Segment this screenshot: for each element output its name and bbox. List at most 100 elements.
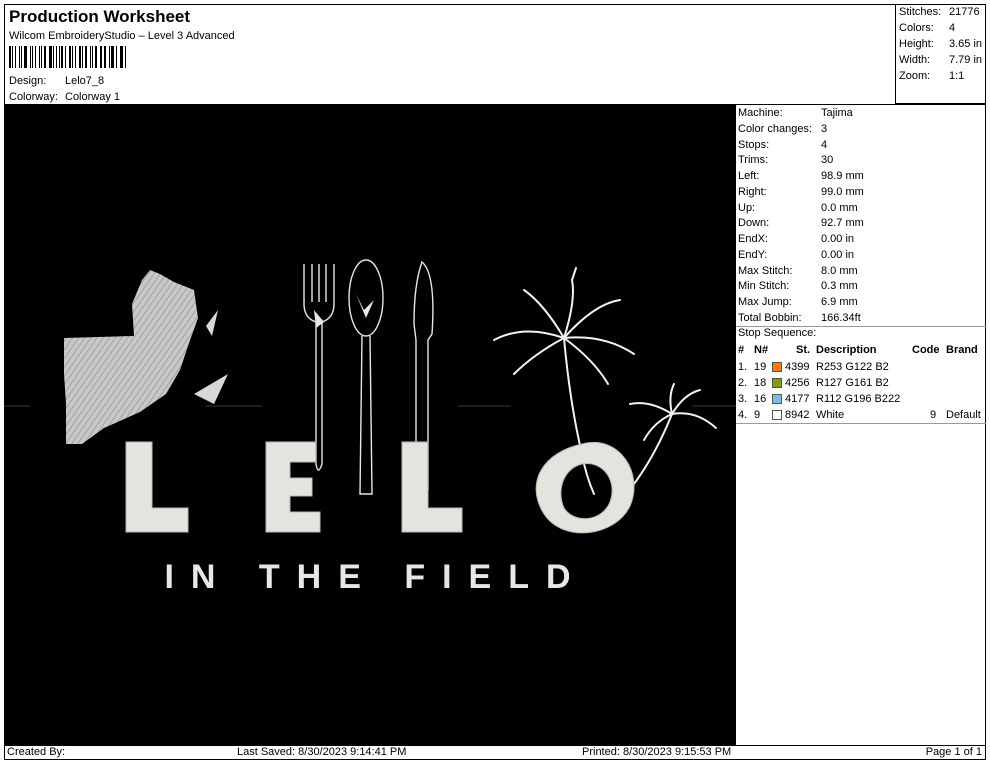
barcode-bar	[49, 46, 52, 68]
color-description: White	[816, 409, 845, 421]
page-title: Production Worksheet	[9, 7, 191, 26]
barcode-bar	[110, 46, 114, 68]
needle-number: 19	[754, 361, 767, 373]
col-needle: N#	[754, 344, 769, 356]
barcode-bar	[41, 46, 43, 68]
right-row: Right: 99.0 mm	[738, 186, 864, 198]
endx-row: EndX: 0.00 in	[738, 233, 854, 245]
barcode-bar	[99, 46, 101, 68]
stop-number: 2.	[738, 377, 748, 389]
stitch-count: 8942	[785, 409, 810, 421]
stop-row: 4. 9 8942 White 9 Default	[738, 409, 984, 423]
colors-row: Colors: 4	[899, 22, 955, 34]
max-stitch-label: Max Stitch:	[738, 265, 793, 277]
zoom-label: Zoom:	[899, 70, 931, 82]
stitches-value: 21776	[949, 6, 980, 18]
spoon-highlight	[356, 294, 374, 318]
up-row: Up: 0.0 mm	[738, 202, 858, 214]
colors-label: Colors:	[899, 22, 934, 34]
needle-number: 9	[754, 409, 761, 421]
barcode-bar	[69, 46, 71, 68]
stop-number: 1.	[738, 361, 748, 373]
created-by: Created By:	[7, 746, 66, 758]
down-label: Down:	[738, 217, 770, 229]
color-changes-value: 3	[821, 123, 828, 135]
right-value: 99.0 mm	[821, 186, 864, 198]
col-brand: Brand	[946, 344, 978, 356]
thread-code: 9	[930, 409, 937, 421]
barcode-bar	[65, 46, 67, 68]
needle-number: 18	[754, 377, 767, 389]
zoom-value: 1:1	[949, 70, 965, 82]
max-jump-label: Max Jump:	[738, 296, 792, 308]
stops-label: Stops:	[738, 139, 770, 151]
endy-row: EndY: 0.00 in	[738, 249, 854, 261]
printed-date: Printed: 8/30/2023 9:15:53 PM	[582, 746, 732, 758]
stop-sequence-header: # N# St. Description Code Brand	[738, 344, 984, 358]
color-swatch	[772, 394, 782, 404]
design-preview: IN THE FIELD	[4, 104, 736, 745]
embroidery-design: IN THE FIELD	[4, 259, 736, 596]
design-row: Design: Lelo7_8	[9, 75, 104, 87]
down-row: Down: 92.7 mm	[738, 217, 864, 229]
zoom-row: Zoom: 1:1	[899, 70, 964, 82]
page-number: Page 1 of 1	[925, 746, 982, 758]
max-stitch-value: 8.0 mm	[821, 265, 858, 277]
stitch-count: 4177	[785, 393, 810, 405]
stitch-count: 4256	[785, 377, 810, 389]
barcode-bar	[74, 46, 76, 68]
total-bobbin-label: Total Bobbin:	[738, 312, 802, 324]
barcode-bar	[34, 46, 37, 68]
height-value: 3.65 in	[949, 38, 983, 50]
max-jump-row: Max Jump: 6.9 mm	[738, 296, 858, 308]
barcode-bar	[89, 46, 91, 68]
min-stitch-label: Min Stitch:	[738, 280, 790, 292]
barcode-bar	[115, 46, 117, 68]
barcode-bar	[55, 46, 57, 68]
trims-row: Trims: 30	[738, 154, 833, 166]
barcode-bar	[94, 46, 97, 68]
total-bobbin-row: Total Bobbin: 166.34ft	[738, 312, 861, 324]
stitches-label: Stitches:	[899, 6, 942, 18]
barcode-bar	[85, 46, 87, 68]
col-stitches: St.	[796, 344, 811, 356]
white-accent	[206, 310, 218, 336]
colorway-row: Colorway: Colorway 1	[9, 91, 120, 103]
stops-value: 4	[821, 139, 828, 151]
machine-row: Machine: Tajima	[738, 107, 853, 119]
stitch-count: 4399	[785, 361, 810, 373]
color-changes-label: Color changes:	[738, 123, 812, 135]
barcode-bar	[21, 46, 23, 68]
trims-value: 30	[821, 154, 834, 166]
stop-number: 3.	[738, 393, 748, 405]
design-tagline: IN THE FIELD	[164, 558, 587, 596]
stops-row: Stops: 4	[738, 139, 827, 151]
left-value: 98.9 mm	[821, 170, 864, 182]
color-description: R112 G196 B222	[816, 393, 901, 405]
barcode-bar	[61, 46, 64, 68]
max-jump-value: 6.9 mm	[821, 296, 858, 308]
thread-brand: Default	[946, 409, 981, 421]
endy-label: EndY:	[738, 249, 768, 261]
barcode-bar	[14, 46, 16, 68]
barcode-bar	[78, 46, 82, 68]
endx-value: 0.00 in	[821, 233, 855, 245]
barcode-bar	[44, 46, 47, 68]
stitches-row: Stitches: 21776	[899, 6, 980, 18]
endy-value: 0.00 in	[821, 249, 855, 261]
barcode-bar	[91, 46, 93, 68]
app-name: Wilcom EmbroideryStudio – Level 3 Advanc…	[9, 30, 235, 42]
barcode	[9, 46, 129, 68]
up-value: 0.0 mm	[821, 202, 858, 214]
needle-number: 16	[754, 393, 767, 405]
color-description: R127 G161 B2	[816, 377, 889, 389]
stop-number: 4.	[738, 409, 748, 421]
min-stitch-row: Min Stitch: 0.3 mm	[738, 280, 858, 292]
color-swatch	[772, 362, 782, 372]
barcode-bar	[71, 46, 73, 68]
stop-row: 3. 16 4177 R112 G196 B222	[738, 393, 984, 407]
last-saved: Last Saved: 8/30/2023 9:14:41 PM	[237, 746, 407, 758]
colorway-value: Colorway 1	[65, 91, 121, 103]
endx-label: EndX:	[738, 233, 768, 245]
height-label: Height:	[899, 38, 934, 50]
